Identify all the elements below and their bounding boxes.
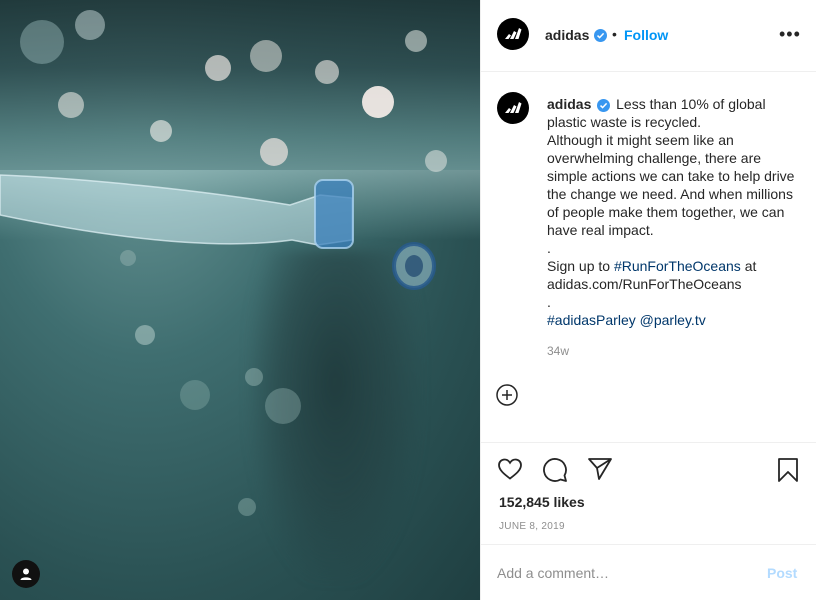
caption-author-avatar[interactable] xyxy=(497,92,529,124)
follow-button[interactable]: Follow xyxy=(624,27,668,43)
post-image[interactable] xyxy=(0,0,480,600)
comment-input[interactable] xyxy=(497,561,747,585)
caption-author-username[interactable]: adidas xyxy=(547,96,591,112)
caption-timestamp[interactable]: 34w xyxy=(547,344,569,358)
comment-bar: Post xyxy=(481,544,816,600)
likes-count[interactable]: 152,845 likes xyxy=(499,494,585,510)
adidas-logo-icon xyxy=(505,28,522,39)
caption-dot: . xyxy=(547,294,551,310)
post-date[interactable]: JUNE 8, 2019 xyxy=(499,521,565,532)
action-bar xyxy=(481,442,816,482)
dot-separator: • xyxy=(612,26,617,42)
author-username[interactable]: adidas xyxy=(545,27,589,43)
hashtag-adidasparley-link[interactable]: #adidasParley xyxy=(547,312,636,328)
post-comment-button[interactable]: Post xyxy=(767,565,797,581)
paper-plane-icon[interactable] xyxy=(587,457,613,481)
verified-badge-icon xyxy=(597,99,611,112)
adidas-logo-icon xyxy=(505,102,522,113)
bookmark-icon[interactable] xyxy=(777,457,799,483)
caption-dot: . xyxy=(547,240,551,256)
image-plastic-bottle xyxy=(0,174,436,290)
caption-signup-prefix: Sign up to xyxy=(547,258,611,274)
caption-line-2: Although it might seem like an overwhelm… xyxy=(547,132,795,238)
comment-icon[interactable] xyxy=(542,457,568,483)
user-icon xyxy=(20,568,32,580)
post-caption: adidas Less than 10% of global plastic w… xyxy=(547,95,803,329)
tagged-users-button[interactable] xyxy=(12,560,40,588)
author-avatar[interactable] xyxy=(497,18,529,50)
mention-parley-link[interactable]: @parley.tv xyxy=(640,312,706,328)
verified-badge-icon xyxy=(594,29,607,42)
hashtag-runfortheoceans-link[interactable]: #RunForTheOceans xyxy=(614,258,741,274)
heart-icon[interactable] xyxy=(497,457,523,481)
post-modal: adidas • Follow ••• adidas Less than 10%… xyxy=(0,0,816,600)
more-options-button[interactable]: ••• xyxy=(779,24,801,45)
post-sidebar: adidas • Follow ••• adidas Less than 10%… xyxy=(480,0,816,600)
post-header: adidas • Follow ••• xyxy=(481,0,816,72)
plus-circle-icon[interactable] xyxy=(496,384,518,406)
